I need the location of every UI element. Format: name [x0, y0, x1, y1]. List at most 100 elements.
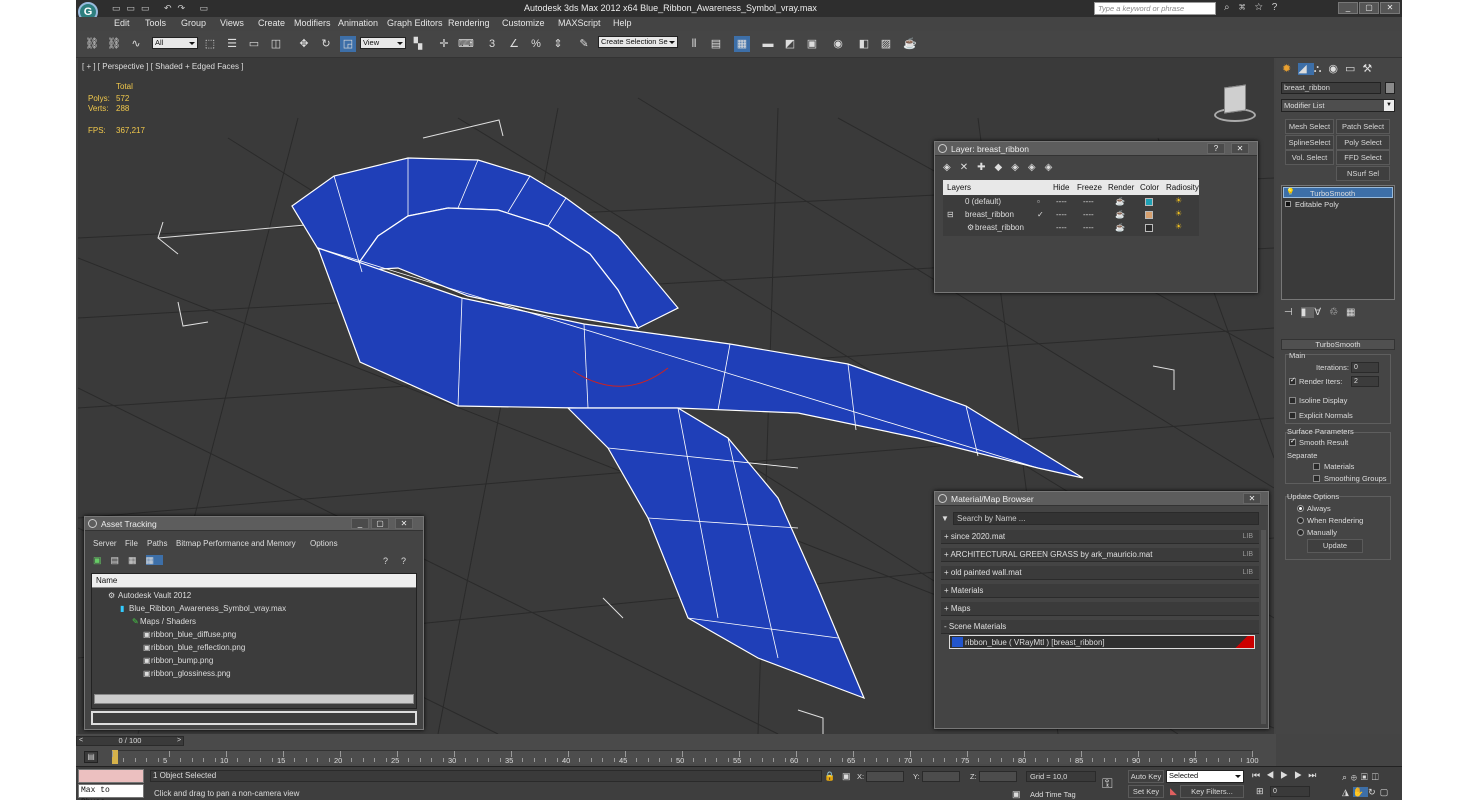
selection-filter-dropdown[interactable]: All: [152, 37, 198, 49]
graphite-tools-icon[interactable]: ▬: [760, 36, 776, 52]
mesh-select-button[interactable]: Mesh Select: [1285, 119, 1334, 134]
previous-frame-icon[interactable]: ◀: [1266, 770, 1280, 780]
key-filters-button[interactable]: Key Filters...: [1180, 785, 1244, 798]
asset-item[interactable]: Autodesk Vault 2012: [118, 591, 191, 600]
asset-close-button[interactable]: ✕: [395, 518, 413, 529]
col-layers[interactable]: Layers: [947, 183, 971, 192]
maximize-viewport-icon[interactable]: ▢: [1380, 787, 1393, 797]
ref-coord-dropdown[interactable]: View: [360, 37, 406, 49]
layer-name[interactable]: 0 (default): [965, 197, 1001, 206]
radiosity-icon[interactable]: ☀: [1175, 209, 1182, 218]
bulb-icon[interactable]: 💡: [1286, 188, 1295, 196]
select-manipulate-icon[interactable]: ✛: [436, 36, 452, 52]
tree-view-icon[interactable]: ▦: [128, 555, 146, 565]
align-icon[interactable]: ▤: [708, 36, 724, 52]
stack-item-turbosmooth[interactable]: 💡 TurboSmooth: [1283, 187, 1393, 198]
iterations-spinner[interactable]: 0: [1351, 362, 1379, 373]
zoom-all-icon[interactable]: ⊕: [1351, 772, 1361, 782]
menu-views[interactable]: Views: [220, 18, 244, 28]
stack-item-editable-poly[interactable]: Editable Poly: [1283, 199, 1393, 210]
menu-customize[interactable]: Customize: [502, 18, 545, 28]
time-slider-track[interactable]: < 0 / 100 >: [76, 736, 184, 746]
material-browser-close-button[interactable]: ✕: [1243, 493, 1261, 504]
when-rendering-radio[interactable]: [1297, 517, 1304, 524]
search-input[interactable]: Type a keyword or phrase: [1094, 2, 1216, 15]
list-view-icon[interactable]: ▤: [111, 555, 129, 565]
set-key-button[interactable]: Set Key: [1128, 785, 1164, 798]
scale-icon[interactable]: ◲: [340, 36, 356, 52]
browser-group[interactable]: - Scene Materials: [941, 620, 1259, 634]
keyboard-shortcut-icon[interactable]: ⌨: [458, 36, 474, 52]
percent-snap-icon[interactable]: %: [528, 36, 544, 52]
viewport-label[interactable]: [ + ] [ Perspective ] [ Shaded + Edged F…: [82, 62, 243, 71]
menu-edit[interactable]: Edit: [114, 18, 130, 28]
go-to-end-icon[interactable]: ⏭: [1308, 770, 1322, 780]
select-by-name-icon[interactable]: ☰: [224, 36, 240, 52]
render-iters-spinner[interactable]: 2: [1351, 376, 1379, 387]
key-mode-icon[interactable]: ⊞: [1256, 786, 1264, 797]
zoom-extents-all-icon[interactable]: ◫: [1372, 772, 1383, 782]
time-tag-icon[interactable]: ▣: [1012, 789, 1021, 800]
layer-color-swatch[interactable]: [1145, 198, 1153, 206]
browser-group[interactable]: + since 2020.mat LIB: [941, 530, 1259, 544]
asset-item[interactable]: ribbon_blue_reflection.png: [151, 643, 245, 652]
material-editor-icon[interactable]: ◉: [830, 36, 846, 52]
orbit-icon[interactable]: ↻: [1368, 787, 1380, 797]
zoom-icon[interactable]: ⌕: [1342, 772, 1351, 782]
menu-group[interactable]: Group: [181, 18, 206, 28]
poly-select-button[interactable]: Poly Select: [1336, 135, 1390, 150]
refresh-icon[interactable]: ▣: [93, 555, 111, 565]
render-teapot-icon[interactable]: ☕: [1115, 210, 1125, 219]
asset-menu-paths[interactable]: Paths: [147, 539, 167, 548]
update-button[interactable]: Update: [1307, 539, 1363, 553]
browser-group[interactable]: + old painted wall.mat LIB: [941, 566, 1259, 580]
material-browser-header[interactable]: Material/Map Browser ✕: [935, 492, 1268, 506]
maxscript-mini-input[interactable]: Max to Physc.: [78, 784, 144, 800]
current-layer-icon[interactable]: ▫: [1037, 197, 1040, 206]
col-render[interactable]: Render: [1108, 183, 1134, 192]
set-key-icon[interactable]: ⚿: [1102, 775, 1113, 792]
bind-space-warp-icon[interactable]: ∿: [128, 36, 144, 52]
layer-help-button[interactable]: ?: [1207, 143, 1225, 154]
y-coordinate-field[interactable]: [922, 771, 960, 782]
add-selected-icon[interactable]: ✚: [977, 162, 994, 173]
window-crossing-icon[interactable]: ◫: [268, 36, 284, 52]
vol-select-button[interactable]: Vol. Select: [1285, 150, 1334, 165]
angle-snap-icon[interactable]: ∠: [506, 36, 522, 52]
unlink-icon[interactable]: ⛓: [106, 36, 122, 52]
explicit-normals-checkbox[interactable]: [1289, 412, 1296, 419]
quick-access-icons[interactable]: ▭▭▭ ↶↷ ▭: [112, 3, 214, 14]
menu-tools[interactable]: Tools: [145, 18, 166, 28]
nsurf-sel-button[interactable]: NSurf Sel: [1336, 166, 1390, 181]
layer-hide[interactable]: ----: [1056, 210, 1067, 219]
asset-item[interactable]: ribbon_glossiness.png: [151, 669, 231, 678]
current-frame-field[interactable]: 0: [1270, 786, 1310, 797]
zoom-extents-icon[interactable]: ▣: [1361, 772, 1372, 782]
object-name-field[interactable]: breast_ribbon: [1281, 82, 1381, 94]
rendered-frame-icon[interactable]: ▨: [878, 36, 894, 52]
layer-color-swatch[interactable]: [1145, 224, 1153, 232]
close-button[interactable]: ✕: [1380, 2, 1400, 14]
patch-select-button[interactable]: Patch Select: [1336, 119, 1390, 134]
motion-tab-icon[interactable]: ◉: [1328, 63, 1345, 75]
menu-animation[interactable]: Animation: [338, 18, 378, 28]
z-coordinate-field[interactable]: [979, 771, 1017, 782]
edit-named-sets-icon[interactable]: ✎: [576, 36, 592, 52]
layer-freeze[interactable]: ----: [1083, 223, 1094, 232]
minimize-button[interactable]: _: [1338, 2, 1358, 14]
select-object-icon[interactable]: ⬚: [202, 36, 218, 52]
next-frame-icon[interactable]: >: [177, 737, 181, 745]
asset-item[interactable]: ribbon_bump.png: [151, 656, 213, 665]
radiosity-icon[interactable]: ☀: [1175, 222, 1182, 231]
layer-close-button[interactable]: ✕: [1231, 143, 1249, 154]
menu-help[interactable]: Help: [613, 18, 632, 28]
rect-selection-icon[interactable]: ▭: [246, 36, 262, 52]
menu-maxscript[interactable]: MAXScript: [558, 18, 601, 28]
layer-freeze[interactable]: ----: [1083, 210, 1094, 219]
browser-group[interactable]: + ARCHITECTURAL GREEN GRASS by ark_mauri…: [941, 548, 1259, 562]
curve-editor-icon[interactable]: ◩: [782, 36, 798, 52]
pin-stack-icon[interactable]: ⊣: [1284, 307, 1301, 318]
manually-radio[interactable]: [1297, 529, 1304, 536]
col-color[interactable]: Color: [1140, 183, 1159, 192]
remove-modifier-icon[interactable]: ♲: [1329, 307, 1346, 318]
